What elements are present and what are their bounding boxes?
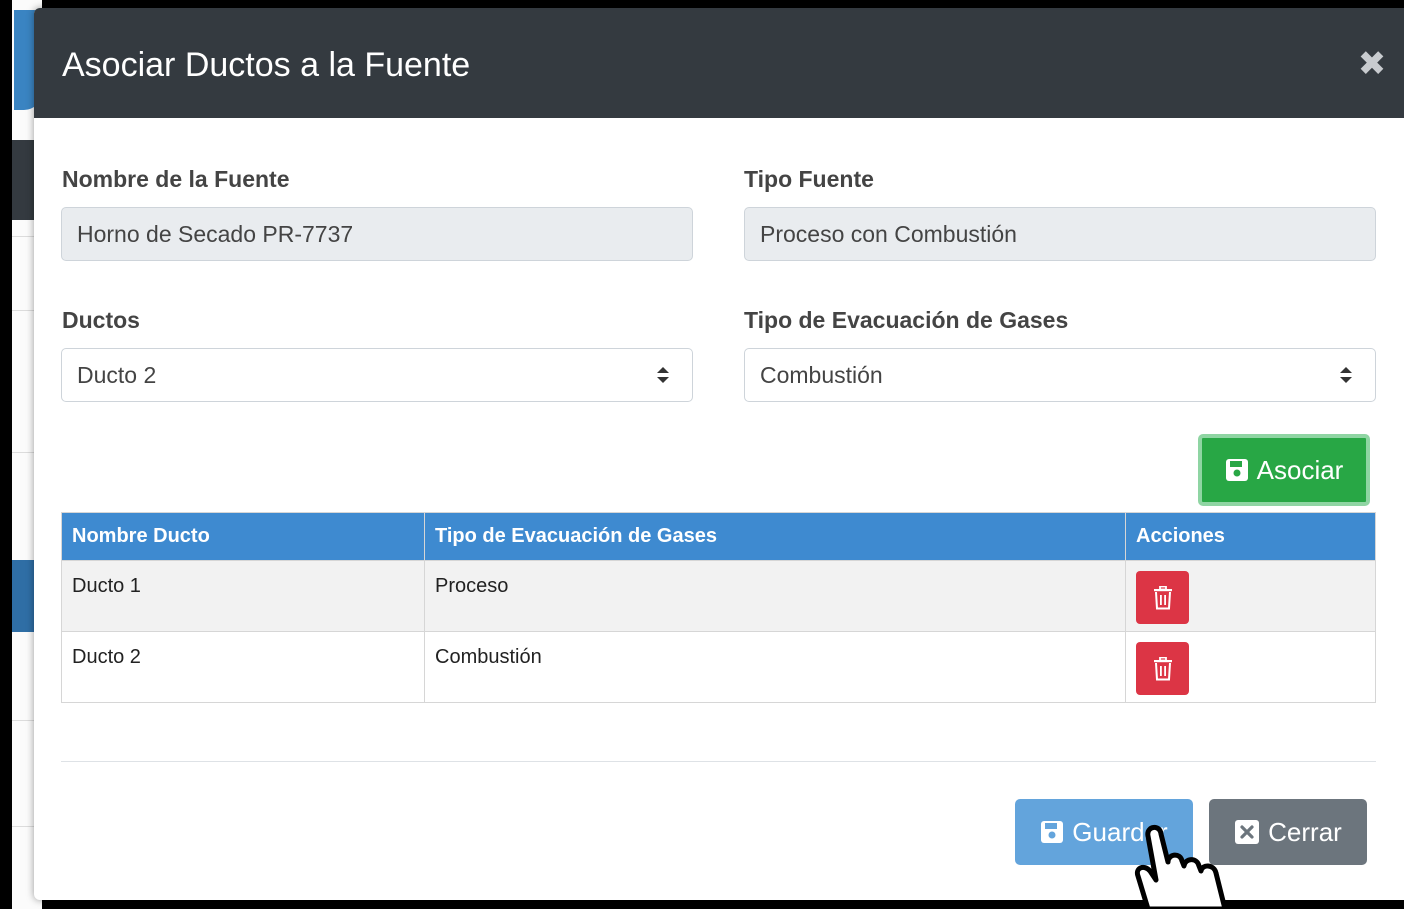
evacuacion-label: Tipo de Evacuación de Gases [744,307,1069,333]
cell-tipo-evacuacion: Combustión [424,631,1126,703]
asociar-button-label: Asociar [1256,454,1344,485]
cell-acciones [1125,631,1376,703]
modal-header: Asociar Ductos a la Fuente ✖ [34,8,1404,118]
trash-icon [1153,656,1172,680]
evacuacion-select[interactable]: Combustión [744,348,1376,402]
modal-title: Asociar Ductos a la Fuente [62,46,471,84]
cell-nombre-ducto: Ducto 2 [61,631,425,703]
ductos-label: Ductos [62,307,140,333]
asociar-ductos-modal: Asociar Ductos a la Fuente ✖ Nombre de l… [34,8,1404,900]
select-arrows-icon [657,367,669,383]
hand-pointer-icon [1134,825,1228,909]
ductos-select[interactable]: Ducto 2 [61,348,693,402]
close-icon[interactable]: ✖ [1354,46,1390,82]
trash-icon [1153,585,1172,609]
header-acciones: Acciones [1125,512,1376,561]
delete-button[interactable] [1136,642,1189,695]
footer-divider [61,761,1376,762]
cerrar-button-label: Cerrar [1268,816,1342,847]
delete-button[interactable] [1136,571,1189,624]
tipo-fuente-field: Proceso con Combustión [744,207,1376,261]
fuente-field: Horno de Secado PR-7737 [61,207,693,261]
tipo-fuente-label: Tipo Fuente [744,166,874,192]
cell-tipo-evacuacion: Proceso [424,560,1126,632]
table-row: Ducto 2 Combustión [61,631,1376,703]
evacuacion-selected-value: Combustión [760,362,883,388]
select-arrows-icon [1340,367,1352,383]
save-icon [1225,459,1248,481]
save-icon [1041,821,1064,843]
header-nombre-ducto: Nombre Ducto [61,512,425,561]
table-row: Ducto 1 Proceso [61,560,1376,632]
fuente-label: Nombre de la Fuente [62,166,290,192]
asociar-button[interactable]: Asociar [1198,434,1370,506]
header-tipo-evacuacion: Tipo de Evacuación de Gases [424,512,1126,561]
ductos-table: Nombre Ducto Tipo de Evacuación de Gases… [61,512,1376,703]
cell-nombre-ducto: Ducto 1 [61,560,425,632]
cell-acciones [1125,560,1376,632]
ductos-selected-value: Ducto 2 [77,362,157,388]
table-header-row: Nombre Ducto Tipo de Evacuación de Gases… [61,512,1376,561]
